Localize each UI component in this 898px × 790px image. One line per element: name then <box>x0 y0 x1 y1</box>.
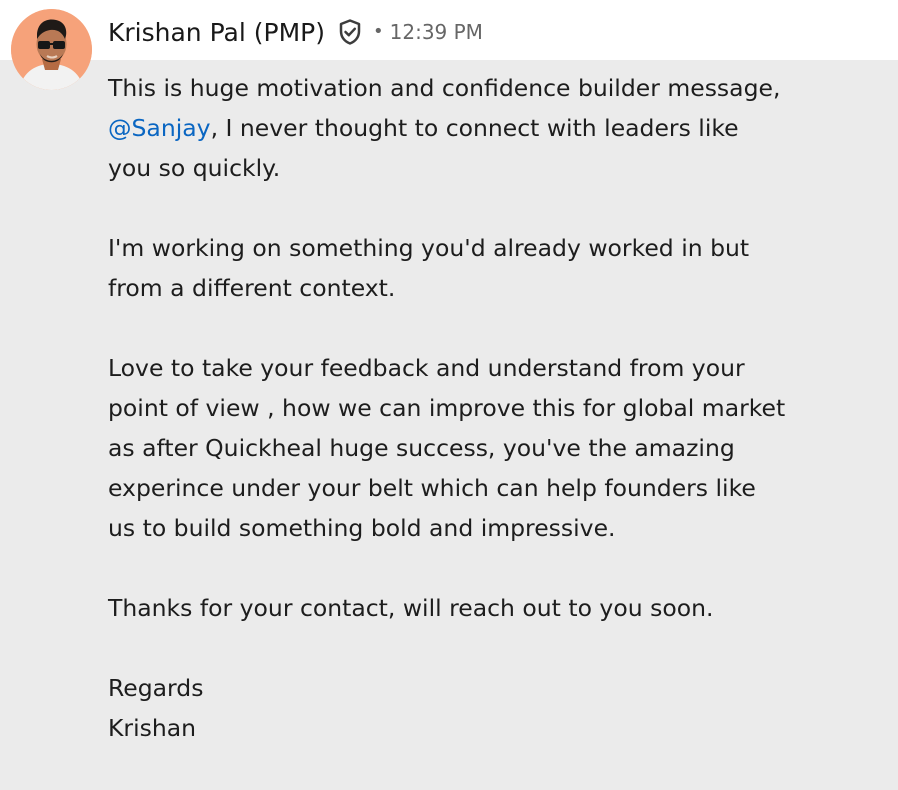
mention-link[interactable]: @Sanjay <box>108 114 211 142</box>
sender-name[interactable]: Krishan Pal (PMP) <box>108 18 325 47</box>
message-body: This is huge motivation and confidence b… <box>108 68 788 748</box>
message-header: Krishan Pal (PMP) • 12:39 PM <box>108 8 483 56</box>
message-text-before-mention: This is huge motivation and confidence b… <box>108 74 781 102</box>
message-signoff: Regards Krishan <box>108 674 204 742</box>
message-paragraph-3: Love to take your feedback and understan… <box>108 354 786 542</box>
profile-photo <box>11 9 92 90</box>
message-paragraph-1: This is huge motivation and confidence b… <box>108 68 788 188</box>
message-thread-item: Krishan Pal (PMP) • 12:39 PM This is hug… <box>0 0 898 790</box>
time-separator: • <box>373 21 384 42</box>
message-paragraph-2: I'm working on something you'd already w… <box>108 234 750 302</box>
shield-check-icon <box>335 17 365 47</box>
avatar[interactable] <box>11 9 92 90</box>
message-time: 12:39 PM <box>389 20 483 44</box>
message-paragraph-4: Thanks for your contact, will reach out … <box>108 594 714 622</box>
